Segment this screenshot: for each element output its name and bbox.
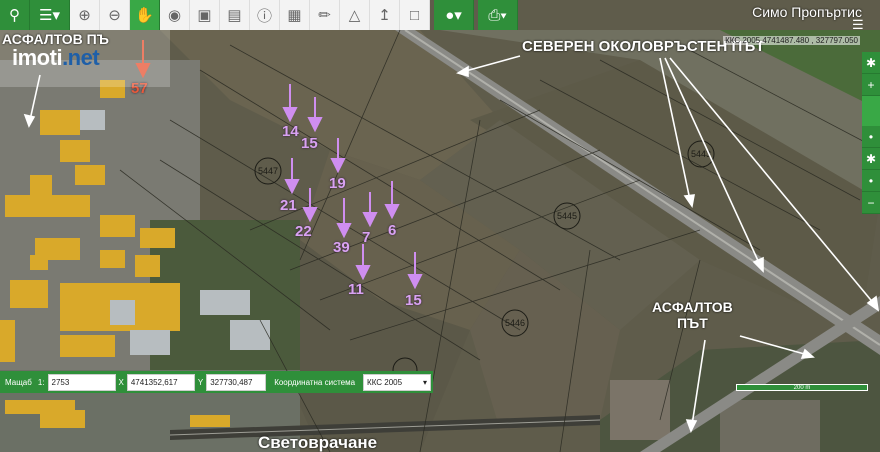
x-label: X xyxy=(118,377,124,387)
parcel-id-5445: 5445 xyxy=(557,211,577,221)
plot-label-15: 15 xyxy=(301,135,318,152)
window-minus-icon[interactable]: ▤ xyxy=(220,0,250,30)
dot-icon[interactable]: • xyxy=(862,126,880,148)
y-label: Y xyxy=(197,377,204,387)
place-name: Световрачане xyxy=(258,433,378,452)
plot-label-15b: 15 xyxy=(405,292,422,309)
chevron-down-icon: ▾ xyxy=(423,377,428,387)
area-icon[interactable]: △ xyxy=(340,0,370,30)
coordinate-system-select[interactable]: ККС 2005 ▾ xyxy=(363,373,432,391)
coordinate-bar: Мащаб 1: 2753 X 4741352,617 Y 327730,487… xyxy=(0,371,434,393)
asphalt-road-left-label: АСФАЛТОВ ПЪ xyxy=(2,31,109,47)
plot-label-19: 19 xyxy=(329,175,346,192)
parcel-id-5446: 5446 xyxy=(505,318,525,328)
coordinate-system-label: Координатна система xyxy=(274,377,356,387)
selection-icon[interactable]: □ xyxy=(400,0,430,30)
window-icon[interactable]: ▣ xyxy=(190,0,220,30)
scale-input[interactable]: 2753 xyxy=(47,373,116,391)
zoom-out-icon[interactable]: ⊖ xyxy=(100,0,130,30)
info-icon[interactable]: ⓘ xyxy=(250,0,280,30)
x-coordinate-input[interactable]: 4741352,617 xyxy=(126,373,195,391)
plot-label-21: 21 xyxy=(280,197,297,214)
search-icon[interactable]: ⚲ xyxy=(0,0,30,30)
print-icon[interactable]: ⎙▾ xyxy=(478,0,518,30)
plot-label-11: 11 xyxy=(348,281,364,298)
grid-icon[interactable]: ▦ xyxy=(280,0,310,30)
logo-text: imoti.net xyxy=(12,45,100,70)
ruler-icon[interactable]: ✏ xyxy=(310,0,340,30)
plot-label-7: 7 xyxy=(362,229,371,246)
parcel-id-5447: 5447 xyxy=(258,166,278,176)
plot-label-6: 6 xyxy=(388,222,397,239)
asphalt-road-right-label: АСФАЛТОВ ПЪТ xyxy=(652,299,733,331)
zoom-level-bar[interactable] xyxy=(862,96,880,126)
cursor-coordinates: ККС 2005 4741487.480 , 327797.050 xyxy=(723,36,860,45)
brand-name: Симо Пропъртис xyxy=(752,4,862,20)
plot-label-22: 22 xyxy=(295,223,312,240)
y-coordinate-input[interactable]: 327730,487 xyxy=(206,373,267,391)
dot-icon-2[interactable]: • xyxy=(862,170,880,192)
star-icon[interactable]: ✱ xyxy=(862,52,880,74)
plot-label-39: 39 xyxy=(333,239,350,256)
location-icon[interactable]: ●▾ xyxy=(434,0,474,30)
scale-bar: 200 m xyxy=(736,384,868,391)
star-icon-2[interactable]: ✱ xyxy=(862,148,880,170)
plus-icon[interactable]: + xyxy=(862,74,880,96)
zoom-in-icon[interactable]: ⊕ xyxy=(70,0,100,30)
globe-icon[interactable]: ◉ xyxy=(160,0,190,30)
scale-label: Мащаб xyxy=(5,377,32,387)
minus-icon[interactable]: − xyxy=(862,192,880,214)
layers-icon[interactable]: ☰▾ xyxy=(30,0,70,30)
pan-hand-icon[interactable]: ✋ xyxy=(130,0,160,30)
side-toolbar: ✱ + • ✱ • − xyxy=(862,52,880,214)
hamburger-menu-icon[interactable]: ☰ xyxy=(852,18,868,32)
upload-icon[interactable]: ↥ xyxy=(370,0,400,30)
map-toolbar: ⚲ ☰▾ ⊕ ⊖ ✋ ◉ ▣ ▤ ⓘ ▦ ✏ △ ↥ □ ●▾ ⎙▾ xyxy=(0,0,518,30)
plot-label-14: 14 xyxy=(282,123,299,140)
